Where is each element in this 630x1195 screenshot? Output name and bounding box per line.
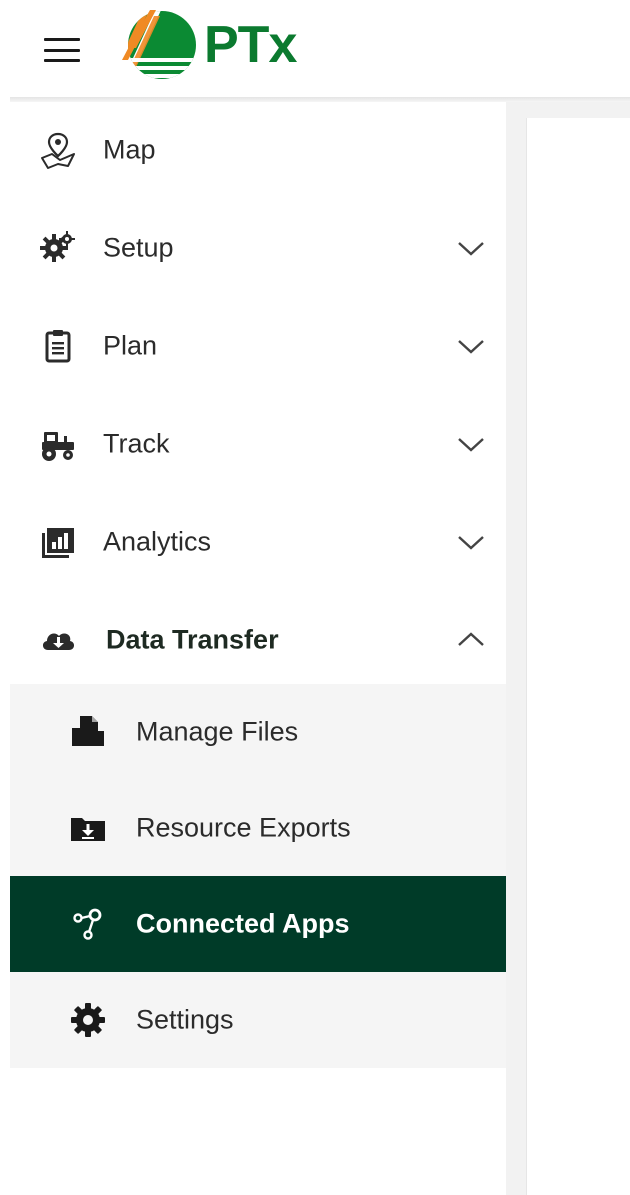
sidebar-item-label: Track [103,428,170,459]
analytics-chart-icon [38,522,78,562]
app-page: PTx Map Setup Plan Track Analytics Data … [0,0,630,1195]
submenu-item-resource-exports[interactable]: Resource Exports [10,780,506,876]
cloud-download-icon [38,620,78,660]
sidebar-item-analytics[interactable]: Analytics [10,494,506,590]
sidebar-item-label: Plan [103,330,158,361]
submenu-item-label: Manage Files [136,716,299,747]
sidebar-item-setup[interactable]: Setup [10,200,506,296]
logo-text: PTx [204,16,297,74]
folder-download-icon [68,808,108,848]
sidebar: Map Setup Plan Track Analytics Data Tran… [10,102,506,1195]
tractor-icon [38,424,78,464]
submenu-item-label: Settings [136,1004,234,1035]
chevron-down-icon[interactable] [456,238,486,258]
connected-apps-icon [68,904,108,944]
clipboard-icon [38,326,78,366]
gear-icon [68,1000,108,1040]
sidebar-item-label: Setup [103,232,174,263]
sidebar-item-label: Data Transfer [106,624,279,655]
file-folder-icon [68,712,108,752]
chevron-down-icon[interactable] [456,532,486,552]
sidebar-item-label: Analytics [103,526,212,557]
data-transfer-submenu: Manage Files Resource Exports Connected … [10,684,506,1068]
chevron-up-icon[interactable] [456,630,486,650]
setup-gears-icon [38,228,78,268]
ptx-logo-mark-icon [122,10,196,79]
chevron-down-icon[interactable] [456,336,486,356]
top-header: PTx [0,0,630,100]
submenu-item-settings[interactable]: Settings [10,972,506,1068]
sidebar-item-plan[interactable]: Plan [10,298,506,394]
submenu-item-connected-apps[interactable]: Connected Apps [10,876,506,972]
sidebar-item-track[interactable]: Track [10,396,506,492]
submenu-item-label: Resource Exports [136,812,351,843]
chevron-down-icon[interactable] [456,434,486,454]
map-pin-icon [38,130,78,170]
sidebar-item-data-transfer[interactable]: Data Transfer [10,592,506,688]
hamburger-menu-icon[interactable] [44,38,80,62]
ptx-logo[interactable]: PTx [122,8,297,82]
submenu-item-manage-files[interactable]: Manage Files [10,684,506,780]
submenu-item-label: Connected Apps [136,908,350,939]
content-panel [526,118,630,1195]
sidebar-item-map[interactable]: Map [10,102,506,198]
sidebar-item-label: Map [103,134,156,165]
